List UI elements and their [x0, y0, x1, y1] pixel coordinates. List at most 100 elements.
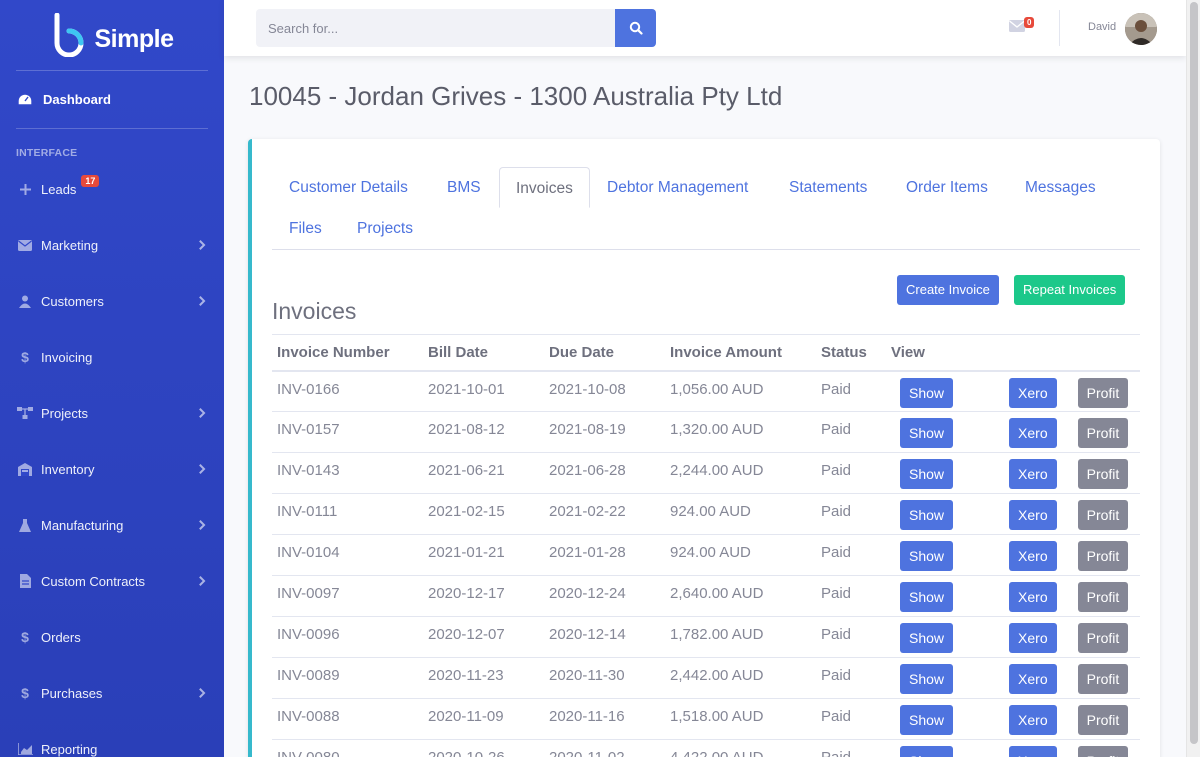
tab-invoices[interactable]: Invoices [499, 167, 590, 208]
sidebar-item-invoicing[interactable]: $ Invoicing [0, 329, 224, 385]
show-button[interactable]: Show [900, 541, 954, 571]
xero-button[interactable]: Xero [1009, 664, 1057, 694]
invoices-table: Invoice Number Bill Date Due Date Invoice A… [272, 334, 1140, 757]
sidebar-item-orders[interactable]: $ Orders [0, 609, 224, 665]
tab-customer-details[interactable]: Customer Details [273, 167, 424, 208]
tab-bms[interactable]: BMS [431, 167, 497, 208]
search-button[interactable] [615, 9, 656, 47]
tab-files[interactable]: Files [273, 208, 338, 249]
profit-button[interactable]: Profit [1077, 705, 1129, 735]
invoice-amount: 4,422.00 AUD [665, 739, 816, 757]
brand-logo-icon [51, 12, 91, 58]
column-header[interactable]: Invoice Number [272, 334, 423, 372]
search-input[interactable] [256, 9, 615, 47]
due-date: 2020-12-24 [544, 575, 665, 617]
profit-button[interactable]: Profit [1077, 541, 1129, 571]
xero-button[interactable]: Xero [1009, 705, 1057, 735]
xero-button[interactable]: Xero [1009, 377, 1057, 408]
due-date: 2021-10-08 [544, 370, 665, 412]
sidebar-item-dashboard[interactable]: Dashboard [0, 71, 224, 128]
brand[interactable]: Simple [0, 0, 224, 70]
sidebar-item-manufacturing[interactable]: Manufacturing [0, 497, 224, 553]
xero-button[interactable]: Xero [1009, 746, 1057, 757]
show-button[interactable]: Show [900, 377, 954, 408]
bill-date: 2021-01-21 [423, 534, 544, 576]
sidebar-heading: INTERFACE [16, 147, 78, 159]
tab-debtor-management[interactable]: Debtor Management [591, 167, 764, 208]
show-button[interactable]: Show [900, 582, 954, 612]
sidebar-item-label: Invoicing [41, 349, 93, 365]
sidebar-item-customers[interactable]: Customers [0, 273, 224, 329]
show-button[interactable]: Show [900, 459, 954, 489]
table-row: INV-0097 2020-12-17 2020-12-24 2,640.00 AUD… [272, 575, 1140, 617]
xero-button[interactable]: Xero [1009, 418, 1057, 448]
row-actions: Show Xero Profit [886, 493, 1140, 535]
due-date: 2021-08-19 [544, 411, 665, 453]
xero-button[interactable]: Xero [1009, 582, 1057, 612]
sidebar-item-projects[interactable]: Projects [0, 385, 224, 441]
invoice-amount: 924.00 AUD [665, 534, 816, 576]
search-icon [629, 21, 643, 35]
invoice-number: INV-0104 [272, 534, 423, 576]
column-header[interactable]: View [886, 334, 1140, 372]
bill-date: 2020-11-23 [423, 657, 544, 699]
sidebar-item-label: Purchases [41, 685, 103, 701]
tab-projects[interactable]: Projects [341, 208, 429, 249]
profit-button[interactable]: Profit [1077, 377, 1129, 408]
file-icon [17, 573, 33, 589]
invoice-number: INV-0097 [272, 575, 423, 617]
profit-button[interactable]: Profit [1077, 582, 1129, 612]
due-date: 2021-02-22 [544, 493, 665, 535]
sidebar-item-purchases[interactable]: $ Purchases [0, 665, 224, 721]
page-scrollbar[interactable] [1186, 0, 1200, 757]
show-button[interactable]: Show [900, 705, 954, 735]
tab-statements[interactable]: Statements [773, 167, 883, 208]
tab-order-items[interactable]: Order Items [890, 167, 1004, 208]
invoice-number: INV-0096 [272, 616, 423, 658]
profit-button[interactable]: Profit [1077, 746, 1129, 757]
profit-button[interactable]: Profit [1077, 459, 1129, 489]
row-actions: Show Xero Profit [886, 534, 1140, 576]
column-header[interactable]: Invoice Amount [665, 334, 816, 372]
repeat-invoices-button[interactable]: Repeat Invoices [1014, 275, 1126, 305]
bill-date: 2021-06-21 [423, 452, 544, 494]
show-button[interactable]: Show [900, 500, 954, 530]
sidebar-item-custom-contracts[interactable]: Custom Contracts [0, 553, 224, 609]
show-button[interactable]: Show [900, 664, 954, 694]
sidebar-item-inventory[interactable]: Inventory [0, 441, 224, 497]
sidebar-item-marketing[interactable]: Marketing [0, 217, 224, 273]
create-invoice-button[interactable]: Create Invoice [897, 275, 999, 305]
avatar[interactable] [1125, 13, 1157, 45]
profit-button[interactable]: Profit [1077, 623, 1129, 653]
xero-button[interactable]: Xero [1009, 541, 1057, 571]
chart-icon [17, 741, 33, 757]
sidebar-item-reporting[interactable]: Reporting [0, 721, 224, 757]
tab-messages[interactable]: Messages [1009, 167, 1112, 208]
column-header[interactable]: Bill Date [423, 334, 544, 372]
column-header[interactable]: Due Date [544, 334, 665, 372]
sidebar-item-leads[interactable]: Leads 17 [0, 161, 224, 217]
search-group [256, 9, 656, 47]
invoice-number: INV-0111 [272, 493, 423, 535]
profit-button[interactable]: Profit [1077, 500, 1129, 530]
show-button[interactable]: Show [900, 418, 954, 448]
section-title: Invoices [272, 298, 357, 324]
sidebar-item-label: Leads [41, 181, 77, 197]
user-name[interactable]: David [1088, 21, 1116, 33]
table-row: INV-0088 2020-11-09 2020-11-16 1,518.00 AUD… [272, 698, 1140, 740]
xero-button[interactable]: Xero [1009, 500, 1057, 530]
invoice-number: INV-0157 [272, 411, 423, 453]
xero-button[interactable]: Xero [1009, 459, 1057, 489]
tachometer-icon [17, 92, 33, 106]
scrollbar-thumb[interactable] [1190, 2, 1198, 744]
invoice-status: Paid [816, 411, 886, 453]
bill-date: 2020-10-26 [423, 739, 544, 757]
invoice-status: Paid [816, 739, 886, 757]
envelope-icon[interactable] [1009, 20, 1025, 32]
profit-button[interactable]: Profit [1077, 664, 1129, 694]
column-header[interactable]: Status [816, 334, 886, 372]
show-button[interactable]: Show [900, 746, 954, 757]
profit-button[interactable]: Profit [1077, 418, 1129, 448]
show-button[interactable]: Show [900, 623, 954, 653]
xero-button[interactable]: Xero [1009, 623, 1057, 653]
